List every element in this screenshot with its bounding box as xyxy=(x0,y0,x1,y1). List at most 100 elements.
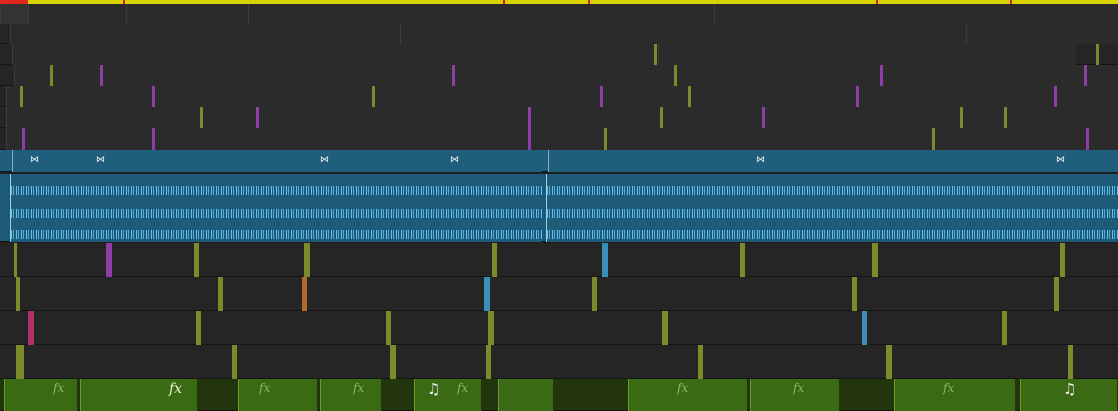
clip[interactable] xyxy=(1084,65,1087,86)
clip[interactable] xyxy=(762,107,765,128)
audio-track-3[interactable] xyxy=(0,311,1118,345)
fx-clip[interactable]: ♫ fx xyxy=(414,379,482,411)
clip[interactable] xyxy=(886,345,892,379)
clip[interactable] xyxy=(1002,311,1007,345)
clip[interactable] xyxy=(1060,243,1065,277)
clip[interactable] xyxy=(484,277,490,311)
clip[interactable] xyxy=(14,65,1118,86)
clip[interactable] xyxy=(1004,107,1007,128)
clip[interactable] xyxy=(852,277,857,311)
fx-clip[interactable]: fx xyxy=(238,379,318,411)
audio-clip[interactable] xyxy=(12,150,542,172)
primary-storyline[interactable]: fx fx fx fx ♫ fx fx fx fx ♫ xyxy=(0,379,1118,411)
clip[interactable] xyxy=(452,65,455,86)
clip[interactable] xyxy=(660,107,663,128)
clip[interactable] xyxy=(126,4,248,24)
clip[interactable] xyxy=(218,277,223,311)
clip[interactable] xyxy=(256,107,259,128)
clip[interactable] xyxy=(20,86,23,107)
clip[interactable] xyxy=(674,65,677,86)
fx-clip[interactable]: fx xyxy=(894,379,1016,411)
clip[interactable] xyxy=(28,4,126,24)
clip[interactable] xyxy=(856,86,859,107)
clip[interactable] xyxy=(152,86,155,107)
clip[interactable] xyxy=(196,311,201,345)
clip[interactable] xyxy=(6,107,1118,128)
clip[interactable] xyxy=(662,311,668,345)
connected-audio-track-main[interactable] xyxy=(0,174,1118,242)
transition-marker[interactable]: ⋈ xyxy=(320,156,329,165)
clip[interactable] xyxy=(862,311,867,345)
clip[interactable] xyxy=(6,128,1118,150)
clip[interactable] xyxy=(602,243,608,277)
clip[interactable] xyxy=(194,243,199,277)
clip[interactable] xyxy=(528,107,531,128)
clip[interactable] xyxy=(714,4,1118,24)
video-track-6[interactable] xyxy=(0,24,1118,44)
connected-audio-track-top[interactable]: ⋈ ⋈ ⋈ ⋈ ⋈ ⋈ xyxy=(0,150,1118,172)
fx-clip[interactable] xyxy=(498,379,554,411)
clip[interactable] xyxy=(16,345,24,379)
clip[interactable] xyxy=(16,277,20,311)
clip[interactable] xyxy=(28,311,34,345)
clip[interactable] xyxy=(232,345,237,379)
clip[interactable] xyxy=(1054,277,1059,311)
clip[interactable] xyxy=(492,243,497,277)
audio-track-2[interactable] xyxy=(0,277,1118,311)
clip[interactable] xyxy=(872,243,878,277)
clip[interactable] xyxy=(0,4,28,24)
clip[interactable] xyxy=(880,65,883,86)
transition-marker[interactable]: ⋈ xyxy=(450,156,459,165)
transition-marker[interactable]: ⋈ xyxy=(30,156,39,165)
clip[interactable] xyxy=(302,277,307,311)
clip[interactable] xyxy=(10,24,400,44)
clip[interactable] xyxy=(100,65,103,86)
clip[interactable] xyxy=(106,243,112,277)
transition-marker[interactable]: ⋈ xyxy=(96,156,105,165)
clip[interactable] xyxy=(654,44,657,65)
clip[interactable] xyxy=(486,345,491,379)
clip[interactable] xyxy=(688,86,691,107)
transition-marker[interactable]: ⋈ xyxy=(756,156,765,165)
clip[interactable] xyxy=(372,86,375,107)
clip[interactable] xyxy=(1086,128,1089,150)
audio-track-1[interactable] xyxy=(0,243,1118,277)
audio-track-4[interactable] xyxy=(0,345,1118,379)
clip[interactable] xyxy=(1096,44,1099,65)
video-track-7[interactable] xyxy=(0,4,1118,24)
clip[interactable] xyxy=(740,243,745,277)
clip[interactable] xyxy=(400,24,966,44)
video-track-4[interactable] xyxy=(0,65,1118,86)
clip[interactable] xyxy=(200,107,203,128)
fx-clip[interactable]: ♫ xyxy=(1020,379,1118,411)
video-track-2[interactable] xyxy=(0,107,1118,128)
video-track-3[interactable] xyxy=(0,86,1118,107)
clip[interactable] xyxy=(932,128,935,150)
clip[interactable] xyxy=(50,65,53,86)
fx-clip[interactable]: fx xyxy=(628,379,748,411)
clip[interactable] xyxy=(604,128,607,150)
clip[interactable] xyxy=(12,44,656,65)
video-track-5[interactable] xyxy=(0,44,1118,65)
clip[interactable] xyxy=(966,24,1118,44)
fx-clip[interactable]: fx xyxy=(80,379,198,411)
clip[interactable] xyxy=(390,345,396,379)
clip[interactable] xyxy=(600,86,603,107)
clip[interactable] xyxy=(248,4,714,24)
fx-clip[interactable]: fx xyxy=(4,379,78,411)
clip[interactable] xyxy=(22,128,25,150)
clip[interactable] xyxy=(528,128,531,150)
clip[interactable] xyxy=(960,107,963,128)
audio-clip[interactable] xyxy=(546,174,1118,242)
clip[interactable] xyxy=(488,311,494,345)
video-track-1[interactable] xyxy=(0,128,1118,150)
clip[interactable] xyxy=(304,243,310,277)
clip[interactable] xyxy=(14,243,17,277)
fx-clip[interactable]: fx xyxy=(750,379,840,411)
clip[interactable] xyxy=(658,44,1076,65)
clip[interactable] xyxy=(592,277,597,311)
clip[interactable] xyxy=(698,345,703,379)
clip[interactable] xyxy=(386,311,391,345)
fx-clip[interactable]: fx xyxy=(320,379,382,411)
clip[interactable] xyxy=(6,86,1118,107)
